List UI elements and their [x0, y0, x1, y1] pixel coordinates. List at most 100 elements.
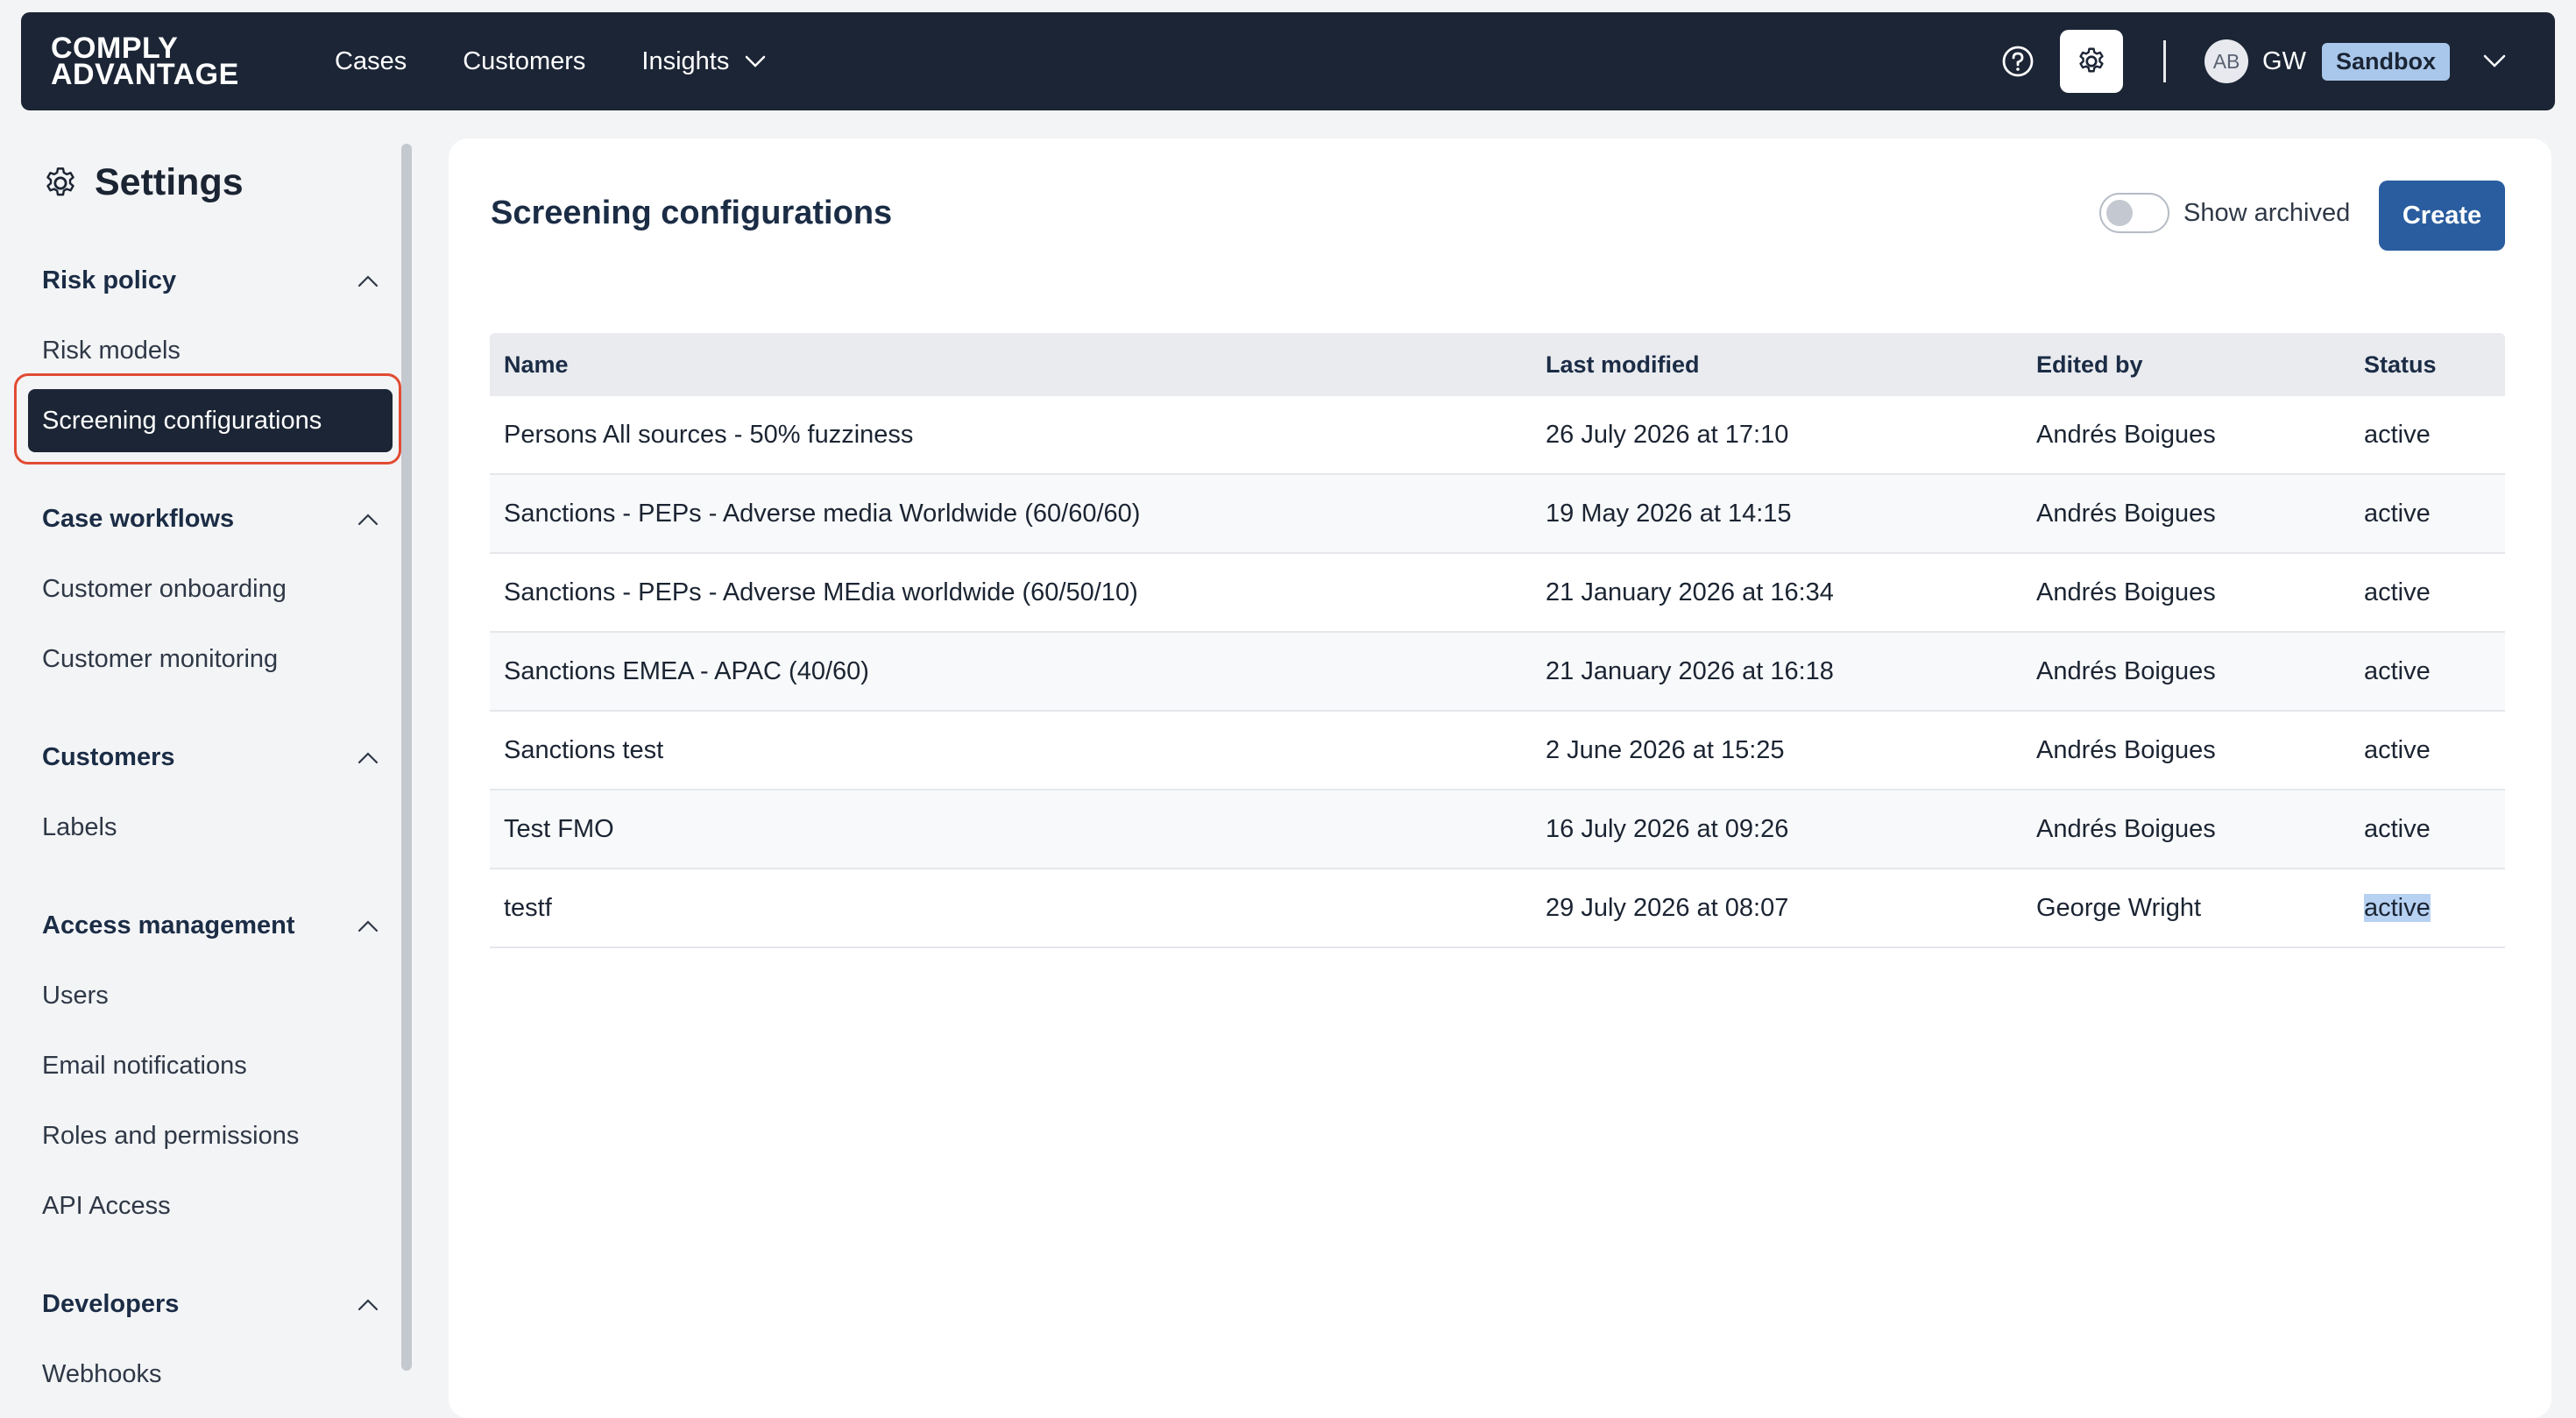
table-row[interactable]: Persons All sources - 50% fuzziness 26 J… [490, 396, 2505, 475]
sidebar-item-email-notifications[interactable]: Email notifications [42, 1052, 247, 1081]
sidebar-item-api-access[interactable]: API Access [42, 1192, 171, 1221]
table-row[interactable]: Test FMO 16 July 2026 at 09:26 Andrés Bo… [490, 791, 2505, 869]
section-label: Case workflows [42, 505, 235, 533]
cell-status: active [2364, 578, 2431, 606]
cell-edited-by: Andrés Boigues [2036, 578, 2216, 606]
environment-badge: Sandbox [2321, 42, 2450, 81]
nav-customers[interactable]: Customers [463, 47, 585, 76]
gear-icon [46, 167, 74, 195]
cell-name: testf [504, 893, 552, 922]
toggle-knob [2106, 200, 2133, 226]
nav-cases[interactable]: Cases [335, 47, 407, 76]
nav-insights[interactable]: Insights [641, 47, 766, 76]
settings-button[interactable] [2060, 30, 2124, 93]
section-label: Risk policy [42, 266, 177, 294]
cell-edited-by: Andrés Boigues [2036, 420, 2216, 449]
top-navbar: COMPLY ADVANTAGE Cases Customers Insight… [21, 12, 2555, 110]
sidebar-scrollbar[interactable] [401, 144, 412, 1371]
section-label: Customers [42, 743, 175, 771]
sidebar-item-users[interactable]: Users [42, 982, 109, 1010]
section-access-management[interactable]: Access management [42, 911, 379, 940]
cell-status: active [2364, 735, 2431, 764]
nav-insights-label: Insights [641, 46, 730, 75]
cell-last-modified: 16 July 2026 at 09:26 [1546, 814, 1789, 843]
table-body: Persons All sources - 50% fuzziness 26 J… [490, 396, 2505, 948]
table-row[interactable]: Sanctions test 2 June 2026 at 15:25 Andr… [490, 712, 2505, 791]
cell-edited-by: Andrés Boigues [2036, 735, 2216, 764]
sidebar-title: Settings [42, 161, 244, 204]
section-customers[interactable]: Customers [42, 743, 379, 772]
gear-icon [2079, 47, 2104, 73]
cell-status: active [2364, 656, 2431, 685]
chevron-up-icon [357, 513, 379, 525]
sidebar-item-roles-and-permissions[interactable]: Roles and permissions [42, 1122, 299, 1151]
section-developers[interactable]: Developers [42, 1290, 379, 1319]
table-row[interactable]: testf 29 July 2026 at 08:07 George Wrigh… [490, 869, 2505, 948]
user-initials: GW [2262, 46, 2306, 75]
chevron-up-icon [357, 919, 379, 932]
chevron-down-icon [746, 55, 766, 67]
nav-cases-label: Cases [335, 46, 407, 75]
cell-last-modified: 21 January 2026 at 16:34 [1546, 578, 1834, 606]
settings-sidebar: Settings Risk policy Risk models Screeni… [0, 140, 412, 1402]
selection-highlight [14, 373, 401, 464]
column-header-edited-by[interactable]: Edited by [2022, 351, 2350, 379]
section-case-workflows[interactable]: Case workflows [42, 505, 379, 534]
section-risk-policy[interactable]: Risk policy [42, 266, 379, 295]
create-button[interactable]: Create [2379, 181, 2505, 251]
sidebar-item-customer-monitoring[interactable]: Customer monitoring [42, 645, 278, 674]
column-header-last-modified[interactable]: Last modified [1532, 351, 2022, 379]
cell-name: Sanctions EMEA - APAC (40/60) [504, 656, 869, 685]
avatar[interactable]: AB [2204, 39, 2249, 83]
show-archived-toggle[interactable] [2099, 193, 2169, 233]
sidebar-item-customer-onboarding[interactable]: Customer onboarding [42, 575, 287, 604]
table-row[interactable]: Sanctions EMEA - APAC (40/60) 21 January… [490, 633, 2505, 712]
sidebar-item-labels[interactable]: Labels [42, 813, 117, 842]
table-row[interactable]: Sanctions - PEPs - Adverse MEdia worldwi… [490, 554, 2505, 633]
cell-status: active [2364, 499, 2431, 528]
logo-line-2: ADVANTAGE [51, 58, 239, 91]
help-button[interactable] [1986, 30, 2049, 93]
cell-edited-by: George Wright [2036, 893, 2202, 922]
cell-name: Sanctions - PEPs - Adverse MEdia worldwi… [504, 578, 1138, 606]
configurations-table: Name Last modified Edited by Status Pers… [490, 333, 2505, 948]
cell-status: active [2364, 814, 2431, 843]
chevron-up-icon [357, 751, 379, 763]
column-header-name[interactable]: Name [490, 351, 1532, 379]
show-archived-label: Show archived [2183, 198, 2351, 227]
cell-last-modified: 21 January 2026 at 16:18 [1546, 656, 1834, 685]
table-header: Name Last modified Edited by Status [490, 333, 2505, 396]
sidebar-item-risk-models[interactable]: Risk models [42, 337, 180, 365]
chevron-down-icon[interactable] [2483, 54, 2506, 68]
column-header-status[interactable]: Status [2350, 351, 2437, 379]
cell-last-modified: 19 May 2026 at 14:15 [1546, 499, 1792, 528]
cell-last-modified: 2 June 2026 at 15:25 [1546, 735, 1785, 764]
sidebar-item-webhooks[interactable]: Webhooks [42, 1360, 162, 1389]
cell-last-modified: 29 July 2026 at 08:07 [1546, 893, 1789, 922]
cell-edited-by: Andrés Boigues [2036, 814, 2216, 843]
nav-customers-label: Customers [463, 46, 586, 75]
cell-edited-by: Andrés Boigues [2036, 656, 2216, 685]
cell-name: Test FMO [504, 814, 614, 843]
cell-last-modified: 26 July 2026 at 17:10 [1546, 420, 1789, 449]
cell-edited-by: Andrés Boigues [2036, 499, 2216, 528]
show-archived-control: Show archived [2099, 193, 2350, 233]
chevron-up-icon [357, 274, 379, 287]
page-title: Screening configurations [491, 195, 893, 231]
help-circle-icon [2002, 46, 2034, 77]
selected-status-text: active [2364, 893, 2431, 922]
cell-name: Sanctions test [504, 735, 664, 764]
main-panel: Screening configurations Show archived C… [449, 138, 2551, 1418]
sidebar-title-label: Settings [95, 161, 244, 203]
cell-name: Persons All sources - 50% fuzziness [504, 420, 914, 449]
section-label: Developers [42, 1290, 180, 1318]
cell-status: active [2350, 893, 2431, 923]
navbar-right: AB GW Sandbox [1986, 12, 2555, 110]
section-label: Access management [42, 911, 295, 939]
table-row[interactable]: Sanctions - PEPs - Adverse media Worldwi… [490, 475, 2505, 554]
chevron-up-icon [357, 1298, 379, 1310]
cell-name: Sanctions - PEPs - Adverse media Worldwi… [504, 499, 1141, 528]
navbar-divider [2163, 40, 2167, 82]
brand-logo[interactable]: COMPLY ADVANTAGE [51, 33, 279, 91]
cell-status: active [2364, 420, 2431, 449]
